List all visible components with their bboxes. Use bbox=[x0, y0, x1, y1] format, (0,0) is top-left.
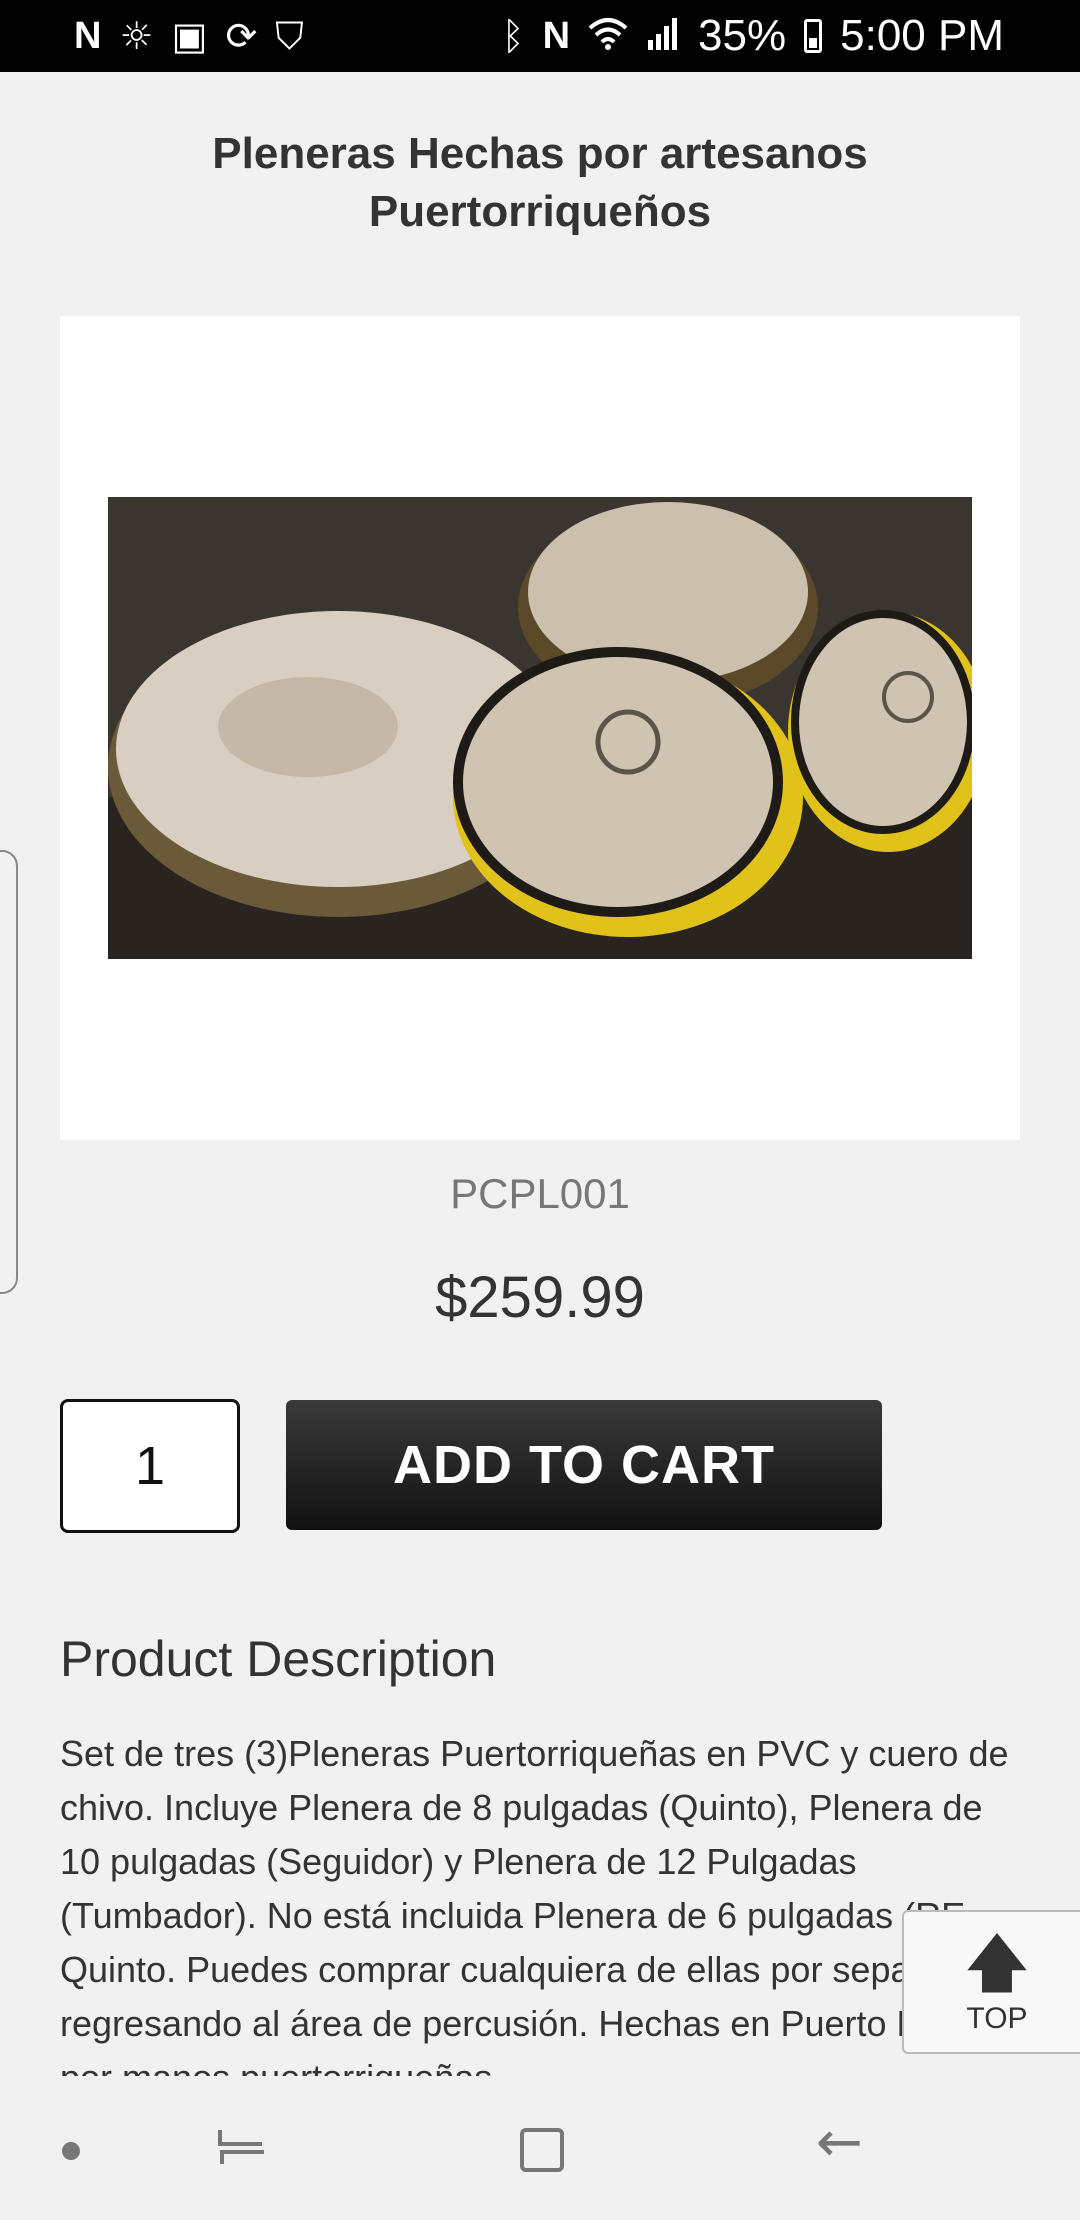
product-sku: PCPL001 bbox=[450, 1170, 630, 1217]
status-left-icons: N ☼ ▣ ⟳ ⛉ bbox=[74, 17, 304, 55]
battery-icon bbox=[804, 19, 823, 53]
home-button-icon[interactable] bbox=[520, 2128, 564, 2172]
page-title: Pleneras Hechas por artesanos Puertorriq… bbox=[212, 129, 868, 236]
recent-apps-icon[interactable] bbox=[212, 2116, 272, 2176]
quantity-input[interactable] bbox=[60, 1399, 240, 1533]
navigation-bar: ← bbox=[0, 2076, 1080, 2220]
sync-icon: ⟳ bbox=[225, 14, 258, 58]
arrow-up-icon: 🡅 bbox=[964, 1927, 1030, 2001]
battery-percent: 35% bbox=[698, 11, 787, 60]
clock: 5:00 PM bbox=[840, 11, 1004, 60]
screenshot-icon: ▣ bbox=[171, 14, 208, 58]
nav-dot-indicator[interactable] bbox=[62, 2142, 80, 2160]
top-label: TOP bbox=[966, 2002, 1028, 2035]
netflix-icon: N bbox=[74, 15, 102, 57]
product-image-container bbox=[60, 316, 1020, 1140]
product-price: $259.99 bbox=[435, 1265, 645, 1330]
status-bar: N ☼ ▣ ⟳ ⛉ ᛒ N 35% 5:00 PM bbox=[0, 0, 1080, 72]
signal-icon bbox=[646, 16, 680, 56]
add-to-cart-button[interactable]: ADD TO CART bbox=[286, 1400, 882, 1530]
edge-panel-handle[interactable] bbox=[0, 850, 18, 1294]
description-text: Set de tres (3)Pleneras Puertorriqueñas … bbox=[60, 1733, 1009, 2076]
status-right-icons: ᛒ N 35% 5:00 PM bbox=[502, 11, 1004, 61]
product-image[interactable] bbox=[108, 497, 972, 959]
wifi-icon bbox=[588, 16, 628, 56]
description-heading: Product Description bbox=[60, 1631, 497, 1687]
shield-icon: ⛉ bbox=[275, 14, 304, 58]
bluetooth-icon: ᛒ bbox=[501, 14, 525, 58]
back-arrow-icon[interactable]: ← bbox=[816, 2110, 863, 2175]
back-to-top-button[interactable]: 🡅 TOP bbox=[902, 1910, 1080, 2054]
weather-icon: ☼ bbox=[119, 14, 154, 58]
nfc-icon: N bbox=[542, 15, 571, 57]
